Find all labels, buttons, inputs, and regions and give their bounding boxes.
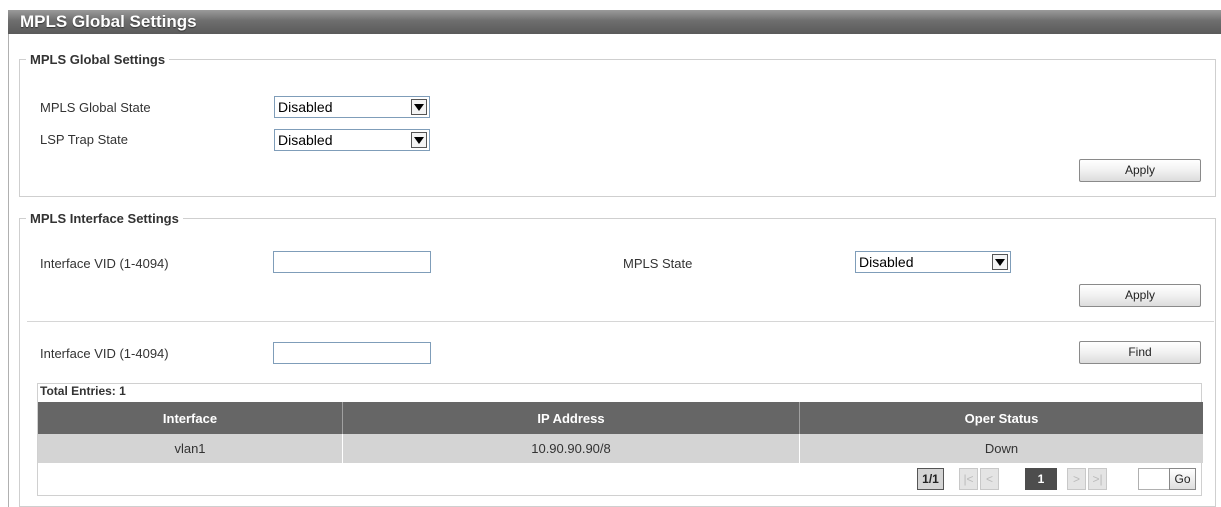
mpls-state-select[interactable]: Disabled	[855, 251, 1011, 273]
global-apply-button[interactable]: Apply	[1079, 159, 1201, 182]
interface-vid-input[interactable]	[273, 251, 431, 273]
find-button[interactable]: Find	[1079, 341, 1201, 364]
cell-oper-status: Down	[799, 434, 1203, 463]
prev-page-button[interactable]: <	[980, 468, 999, 490]
mpls-global-settings-section: MPLS Global Settings	[19, 52, 1216, 197]
go-button[interactable]: Go	[1169, 468, 1196, 490]
mpls-global-state-label: MPLS Global State	[40, 100, 151, 115]
table-row: vlan1 10.90.90.90/8 Down	[38, 434, 1203, 463]
mpls-global-state-select[interactable]: Disabled	[274, 96, 430, 118]
section-legend: MPLS Global Settings	[30, 52, 166, 67]
cell-ip-address: 10.90.90.90/8	[342, 434, 800, 463]
chevron-down-icon	[992, 254, 1008, 270]
column-header-oper-status: Oper Status	[799, 402, 1203, 434]
chevron-down-icon	[411, 99, 427, 115]
column-header-interface: Interface	[38, 402, 343, 434]
select-value: Disabled	[859, 254, 914, 270]
next-page-button[interactable]: >	[1067, 468, 1086, 490]
first-page-button[interactable]: |<	[959, 468, 978, 490]
column-header-ip-address: IP Address	[342, 402, 800, 434]
page-indicator: 1/1	[917, 468, 944, 490]
section-legend: MPLS Interface Settings	[30, 211, 179, 226]
find-interface-vid-input[interactable]	[273, 342, 431, 364]
interface-apply-button[interactable]: Apply	[1079, 284, 1201, 307]
section-divider	[27, 321, 1214, 322]
select-value: Disabled	[278, 99, 333, 115]
interface-vid-label: Interface VID (1-4094)	[40, 256, 169, 271]
current-page-button[interactable]: 1	[1025, 468, 1057, 490]
left-border	[8, 34, 9, 507]
chevron-down-icon	[411, 132, 427, 148]
goto-page-input[interactable]	[1138, 468, 1170, 490]
lsp-trap-state-select[interactable]: Disabled	[274, 129, 430, 151]
find-interface-vid-label: Interface VID (1-4094)	[40, 346, 169, 361]
mpls-state-label: MPLS State	[623, 256, 693, 271]
table-header-row: Interface IP Address Oper Status	[38, 402, 1203, 434]
last-page-button[interactable]: >|	[1088, 468, 1107, 490]
interface-table: Interface IP Address Oper Status vlan1 1…	[38, 402, 1203, 463]
select-value: Disabled	[278, 132, 333, 148]
lsp-trap-state-label: LSP Trap State	[40, 132, 128, 147]
page-title: MPLS Global Settings	[8, 10, 1221, 34]
total-entries: Total Entries: 1	[40, 384, 126, 398]
cell-interface: vlan1	[38, 434, 343, 463]
